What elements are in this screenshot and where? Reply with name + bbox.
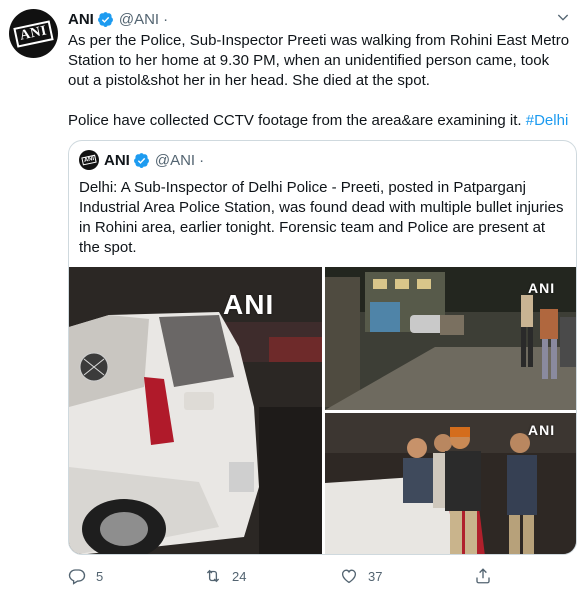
tweet-text: As per the Police, Sub-Inspector Preeti …: [68, 31, 573, 131]
tweet-paragraph-1: As per the Police, Sub-Inspector Preeti …: [68, 32, 570, 89]
quoted-avatar: ANI: [79, 150, 99, 170]
photo-forensic-team[interactable]: ANI: [325, 413, 576, 554]
like-icon: [341, 569, 357, 584]
share-icon: [476, 568, 490, 584]
chevron-down-icon[interactable]: [554, 8, 572, 26]
reply-button[interactable]: 5: [68, 566, 103, 586]
tweet-paragraph-2-text: Police have collected CCTV footage from …: [68, 112, 522, 129]
reply-count: 5: [96, 568, 104, 584]
verified-badge-icon: [133, 152, 150, 169]
like-count: 37: [368, 568, 383, 584]
watermark-ani: ANI: [528, 280, 556, 296]
quoted-separator-dot: ·: [199, 151, 205, 169]
author-handle[interactable]: @ANI: [119, 11, 159, 28]
reply-icon: [68, 569, 86, 585]
quoted-avatar-logo-text: ANI: [81, 154, 97, 166]
retweet-icon: [206, 569, 220, 583]
tweet-paragraph-2: Police have collected CCTV footage from …: [68, 111, 573, 131]
hashtag-link[interactable]: #Delhi: [526, 112, 569, 129]
retweet-button[interactable]: 24: [204, 566, 246, 586]
media-grid: ANI ANI ANI: [69, 267, 576, 554]
tweet-card: ANI ANI @ANI · As per the Police, Sub-In…: [0, 0, 586, 591]
watermark-ani: ANI: [528, 422, 556, 438]
avatar[interactable]: ANI: [9, 9, 58, 58]
separator-dot: ·: [163, 10, 169, 28]
author-name[interactable]: ANI: [68, 11, 94, 28]
photo-street-scene[interactable]: ANI: [325, 267, 576, 410]
retweet-count: 24: [232, 568, 247, 584]
share-button[interactable]: [474, 566, 502, 586]
quoted-tweet-text: Delhi: A Sub-Inspector of Delhi Police -…: [79, 179, 564, 256]
avatar-logo-text: ANI: [13, 19, 54, 48]
quoted-author-name: ANI: [104, 151, 130, 169]
quoted-tweet-header: ANI ANI @ANI ·: [79, 150, 204, 170]
quoted-author-handle: @ANI: [154, 151, 196, 169]
watermark-ani: ANI: [223, 289, 275, 320]
photo-damaged-car[interactable]: ANI: [69, 267, 322, 554]
verified-badge-icon: [97, 11, 114, 28]
action-bar: 5 24 37: [68, 566, 518, 586]
tweet-header: ANI @ANI ·: [68, 9, 168, 29]
like-button[interactable]: 37: [340, 566, 382, 586]
quoted-tweet[interactable]: ANI ANI @ANI · Delhi: A Sub-Inspector of…: [68, 140, 577, 555]
photo-damaged-car-illustration: [69, 267, 322, 554]
